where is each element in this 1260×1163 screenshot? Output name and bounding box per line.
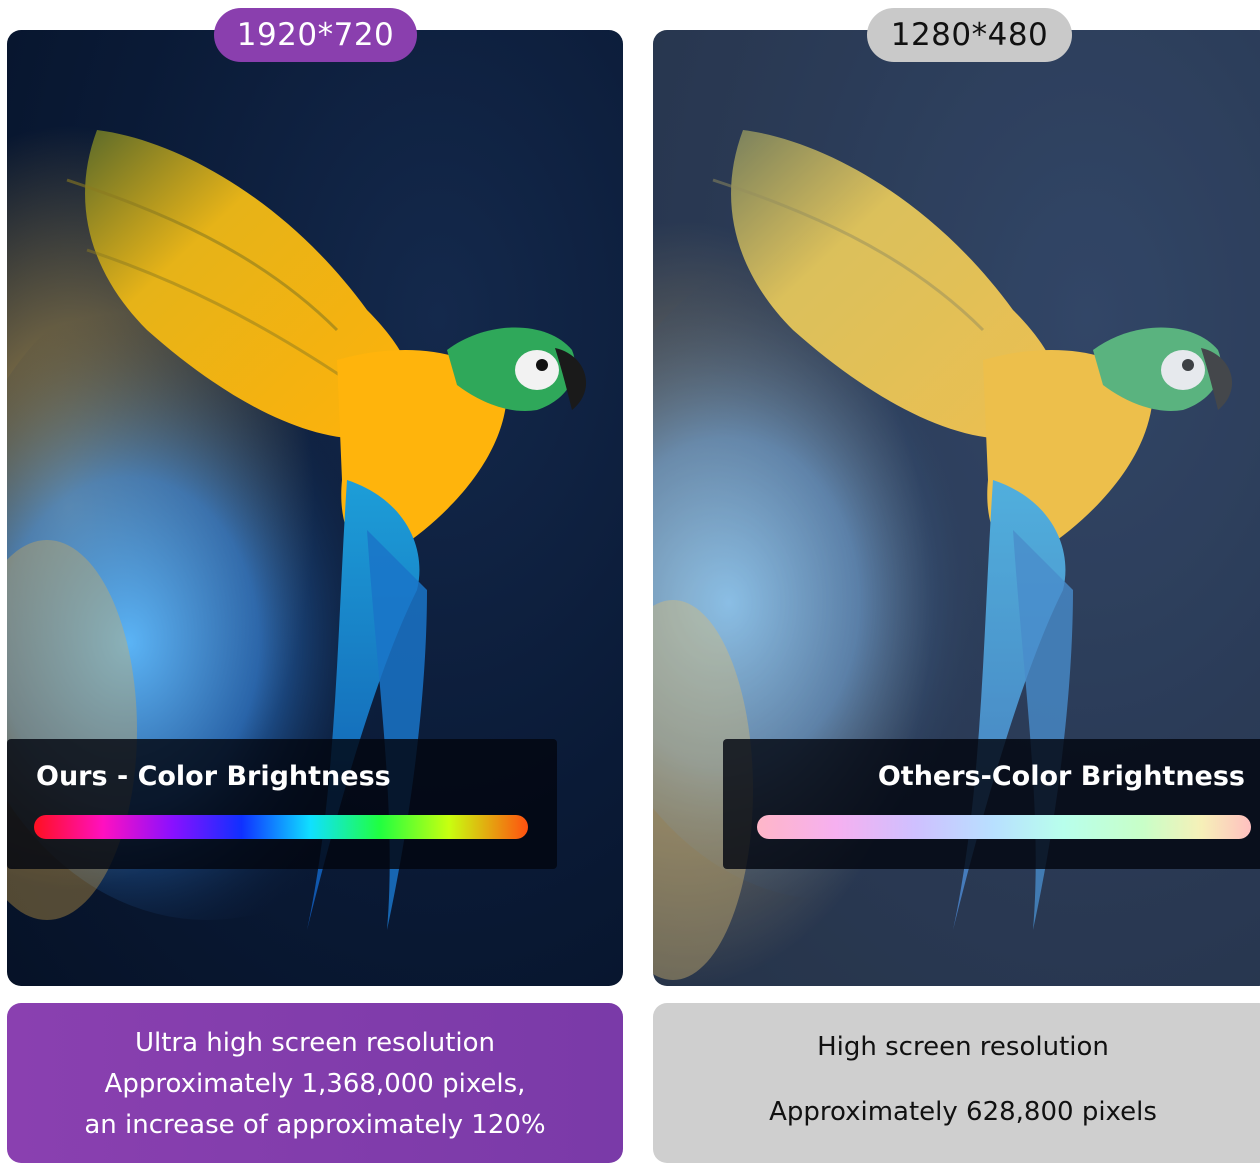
color-spectrum-bar-others <box>757 815 1251 839</box>
info-line-ours-3: an increase of approximately 120% <box>84 1110 546 1140</box>
resolution-badge-ours: 1920*720 <box>214 8 417 62</box>
comparison-image-others: Others-Color Brightness <box>653 30 1260 986</box>
color-brightness-overlay-others: Others-Color Brightness <box>723 739 1260 869</box>
info-line-ours-1: Ultra high screen resolution <box>134 1028 496 1058</box>
info-line-others-2: Approximately 628,800 pixels <box>769 1097 1157 1127</box>
info-box-ours: Ultra high screen resolution Approximate… <box>7 1003 623 1163</box>
color-spectrum-bar-ours <box>34 815 528 839</box>
info-line-others-1: High screen resolution <box>817 1032 1109 1062</box>
overlay-title-others: Others-Color Brightness <box>877 761 1245 792</box>
info-line-ours-2: Approximately 1,368,000 pixels, <box>104 1069 526 1099</box>
comparison-image-ours: Ours - Color Brightness <box>7 30 623 986</box>
resolution-badge-others: 1280*480 <box>867 8 1072 62</box>
info-box-others: High screen resolution Approximately 628… <box>653 1003 1260 1163</box>
overlay-title-ours: Ours - Color Brightness <box>36 761 391 792</box>
color-brightness-overlay-ours: Ours - Color Brightness <box>7 739 557 869</box>
